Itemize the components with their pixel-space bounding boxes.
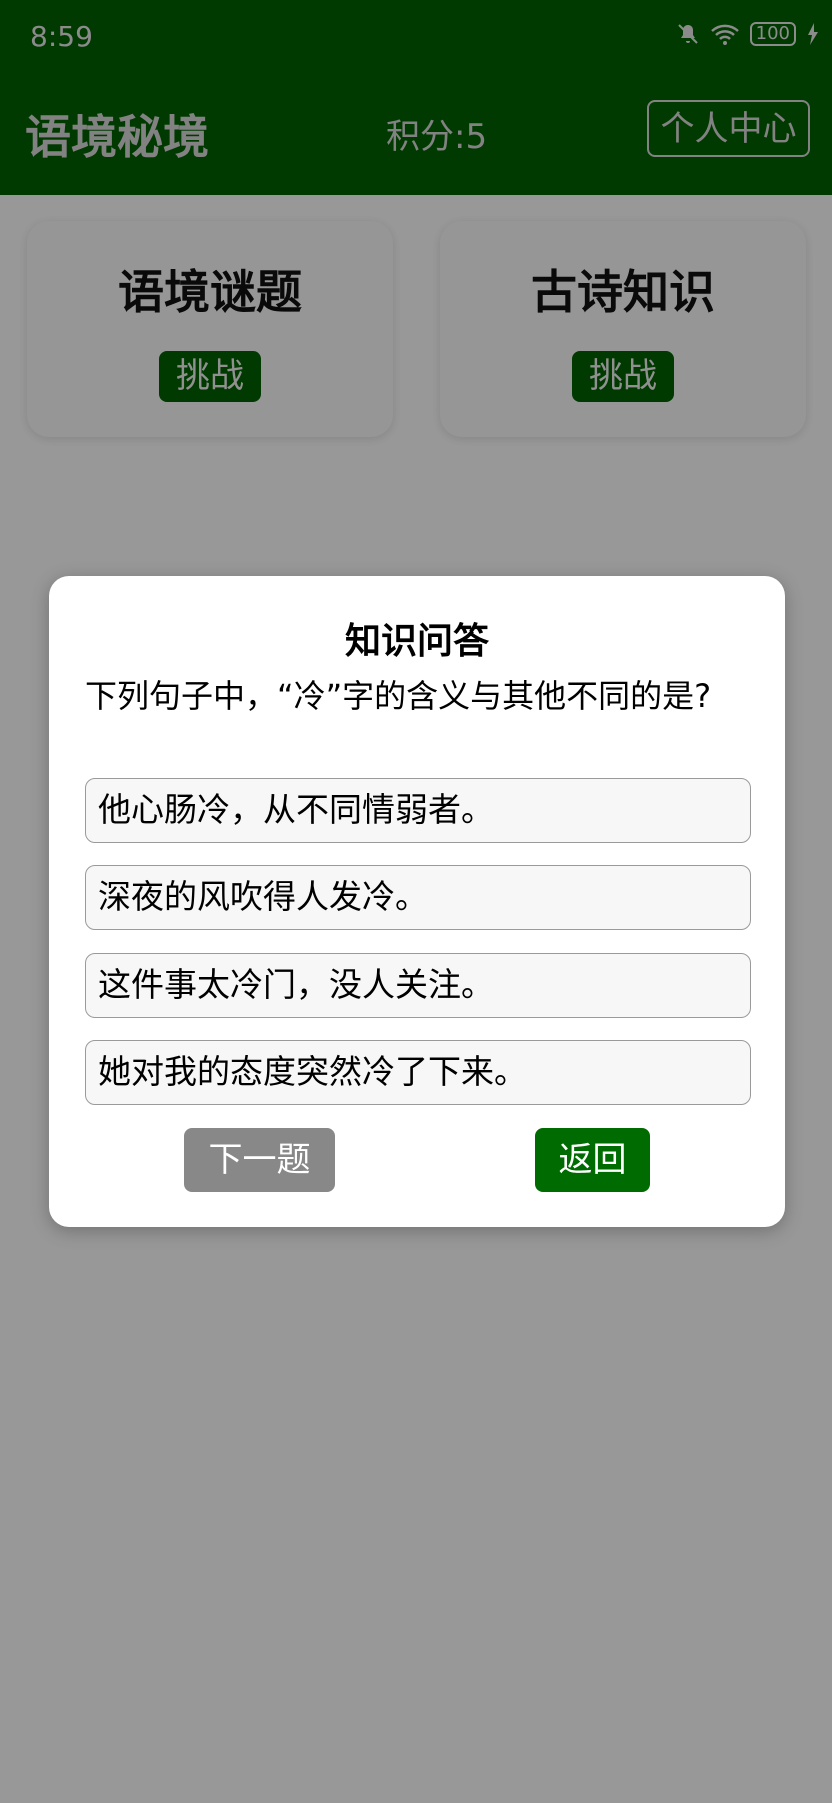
back-button[interactable]: 返回 <box>535 1128 650 1192</box>
answer-option[interactable]: 她对我的态度突然冷了下来。 <box>85 1040 751 1105</box>
dialog-title: 知识问答 <box>344 621 489 662</box>
answer-option[interactable]: 他心肠冷，从不同情弱者。 <box>85 778 751 843</box>
quiz-dialog: 知识问答 下列句子中，“冷”字的含义与其他不同的是? 他心肠冷，从不同情弱者。 … <box>49 576 785 1227</box>
answer-option[interactable]: 深夜的风吹得人发冷。 <box>85 865 751 930</box>
question-text: 下列句子中，“冷”字的含义与其他不同的是? <box>85 677 712 715</box>
answer-option[interactable]: 这件事太冷门，没人关注。 <box>85 953 751 1018</box>
next-question-button[interactable]: 下一题 <box>184 1128 335 1192</box>
